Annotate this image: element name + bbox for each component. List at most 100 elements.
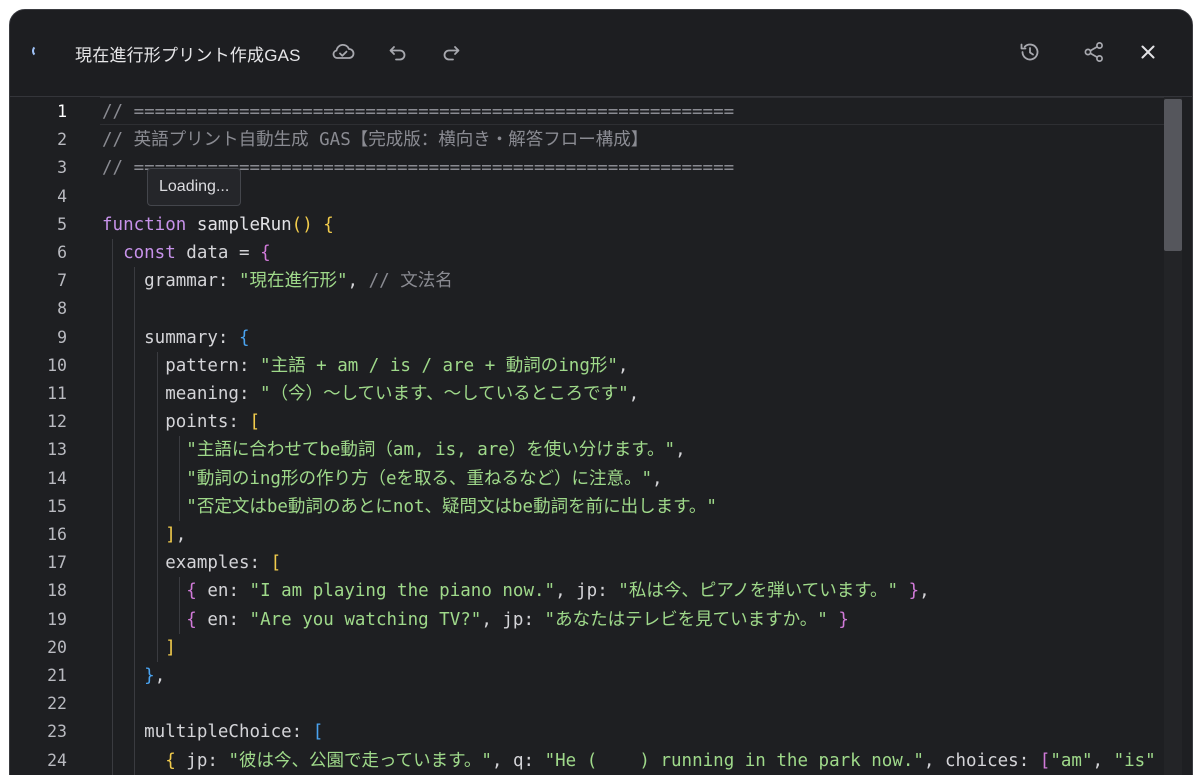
line-number: 7 bbox=[57, 271, 67, 291]
code-token: { bbox=[186, 581, 197, 602]
code-token: { bbox=[186, 609, 197, 630]
line-number: 20 bbox=[47, 637, 67, 657]
line-number: 17 bbox=[47, 553, 67, 573]
code-token: ] bbox=[165, 637, 176, 658]
code-line[interactable]: "動詞のing形の作り方（eを取る、重ねるなど）に注意。", bbox=[102, 465, 663, 493]
code-token: , jp: bbox=[555, 581, 619, 602]
code-line[interactable]: examples: [ bbox=[102, 549, 281, 577]
line-number: 16 bbox=[47, 525, 67, 544]
line-number: 21 bbox=[47, 666, 67, 685]
code-token: , bbox=[1092, 750, 1114, 771]
code-token: { bbox=[238, 327, 250, 348]
code-token: , bbox=[347, 271, 369, 292]
code-line[interactable]: points: [ bbox=[102, 408, 260, 436]
line-number: 1 bbox=[57, 102, 67, 121]
code-token: "動詞のing形の作り方（eを取る、重ねるなど）に注意。" bbox=[186, 468, 653, 489]
code-area[interactable]: // =====================================… bbox=[102, 97, 1172, 775]
code-line[interactable]: "主語に合わせてbe動詞（am, is, are）を使い分けます。", bbox=[102, 436, 685, 464]
loading-spinner-icon bbox=[32, 45, 44, 57]
code-token: jp: bbox=[175, 750, 229, 771]
code-token: const bbox=[123, 243, 176, 263]
line-number-gutter: 1 2 3 4 5 6 7 8 9 10 11 12 13 14 15 16 17 18 19 20 21 22 23 24 bbox=[10, 97, 100, 775]
code-token: } bbox=[838, 609, 849, 630]
code-line[interactable]: const data = { bbox=[102, 239, 271, 267]
code-token: "主語 + am / is / are + 動詞のing形" bbox=[260, 355, 618, 376]
code-token: // 文法名 bbox=[368, 271, 453, 292]
code-line[interactable]: }, bbox=[102, 662, 165, 690]
code-token: , bbox=[175, 525, 187, 545]
line-number: 13 bbox=[47, 440, 67, 460]
code-line[interactable]: meaning: "（今）～しています、～しているところです", bbox=[102, 380, 639, 408]
code-line[interactable]: multipleChoice: [ bbox=[102, 718, 323, 746]
close-icon[interactable] bbox=[1135, 39, 1161, 65]
code-token: summary: bbox=[102, 327, 239, 348]
code-line[interactable]: ] bbox=[102, 634, 176, 662]
code-token: function bbox=[102, 214, 187, 235]
code-token: // 英語プリント自動生成 GAS【完成版：横向き・解答フロー構成】 bbox=[102, 130, 649, 151]
code-token: "I am playing the piano now." bbox=[249, 581, 556, 602]
line-number: 5 bbox=[57, 214, 67, 234]
code-line[interactable]: summary: { bbox=[102, 324, 250, 352]
scrollbar-thumb[interactable] bbox=[1164, 99, 1182, 251]
code-line[interactable]: pattern: "主語 + am / is / are + 動詞のing形", bbox=[102, 352, 628, 380]
code-token: meaning: bbox=[102, 384, 261, 404]
line-number: 8 bbox=[57, 299, 67, 319]
code-line[interactable]: "否定文はbe動詞のあとにnot、疑問文はbe動詞を前に出します。" bbox=[102, 493, 717, 521]
vertical-scrollbar[interactable] bbox=[1164, 97, 1182, 775]
code-token: , bbox=[919, 581, 930, 602]
code-token: , choices: bbox=[923, 750, 1040, 771]
code-line[interactable]: { en: "I am playing the piano now.", jp:… bbox=[102, 577, 930, 605]
code-token: sampleRun bbox=[196, 214, 292, 235]
code-token: data = bbox=[175, 243, 261, 263]
history-icon[interactable] bbox=[1017, 39, 1043, 65]
code-line[interactable]: // =====================================… bbox=[102, 98, 734, 126]
line-number: 15 bbox=[47, 496, 67, 516]
code-line[interactable]: ], bbox=[102, 521, 186, 549]
code-token: points: bbox=[102, 412, 250, 433]
code-line[interactable]: { jp: "彼は今、公園で走っています。", q: "He ( ) runni… bbox=[102, 747, 1156, 775]
line-number: 24 bbox=[47, 750, 67, 770]
line-number: 11 bbox=[47, 384, 67, 403]
code-line[interactable]: grammar: "現在進行形", // 文法名 bbox=[102, 267, 453, 295]
code-token: "Are you watching TV?" bbox=[249, 609, 482, 630]
code-token: { bbox=[323, 214, 334, 235]
code-line[interactable]: // 英語プリント自動生成 GAS【完成版：横向き・解答フロー構成】 bbox=[102, 126, 648, 154]
code-token: examples: bbox=[102, 553, 271, 574]
code-token: en: bbox=[196, 581, 250, 602]
redo-icon[interactable] bbox=[438, 39, 464, 65]
line-number: 2 bbox=[57, 130, 67, 150]
code-token: , jp: bbox=[481, 609, 545, 630]
code-token: , bbox=[154, 666, 166, 686]
file-title[interactable]: 現在進行形プリント作成GAS bbox=[75, 41, 301, 66]
code-token: [ bbox=[249, 412, 261, 433]
code-line[interactable]: { en: "Are you watching TV?", jp: "あなたはテ… bbox=[102, 606, 849, 634]
code-token: "現在進行形" bbox=[238, 271, 348, 292]
code-token: } bbox=[908, 581, 920, 602]
loading-tooltip: Loading... bbox=[147, 168, 242, 206]
code-token: ] bbox=[165, 525, 176, 545]
code-token: () bbox=[291, 214, 313, 235]
line-number: 9 bbox=[57, 327, 67, 347]
line-number: 10 bbox=[47, 355, 67, 375]
undo-icon[interactable] bbox=[385, 39, 411, 65]
line-number: 22 bbox=[47, 694, 67, 714]
cloud-sync-icon[interactable] bbox=[330, 39, 356, 65]
share-icon[interactable] bbox=[1081, 39, 1107, 65]
code-line[interactable]: function sampleRun() { bbox=[102, 211, 334, 239]
code-token: "is" bbox=[1113, 750, 1156, 771]
code-token: "（今）～しています、～しているところです" bbox=[260, 384, 629, 404]
code-token: , bbox=[652, 468, 663, 489]
code-token: { bbox=[165, 750, 176, 771]
code-token: "He ( ) running in the park now." bbox=[544, 750, 924, 771]
code-token: "否定文はbe動詞のあとにnot、疑問文はbe動詞を前に出します。" bbox=[186, 496, 717, 517]
line-number: 18 bbox=[47, 581, 67, 601]
code-token: } bbox=[144, 666, 155, 686]
